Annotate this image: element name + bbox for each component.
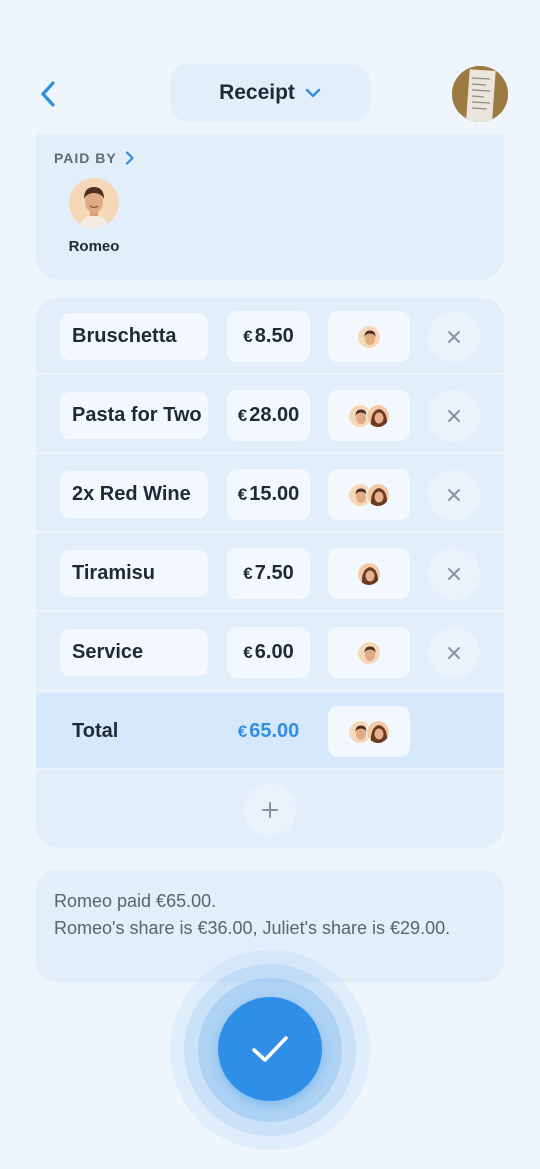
paid-by-card: PAID BY Romeo — [36, 134, 504, 280]
romeo-avatar — [69, 178, 119, 228]
item-name-field[interactable]: Pasta for Two — [60, 392, 208, 439]
chevron-down-icon — [305, 88, 321, 98]
delete-item-button[interactable] — [428, 469, 480, 521]
close-icon — [448, 410, 460, 422]
paid-by-label: PAID BY — [54, 150, 117, 166]
delete-item-button[interactable] — [428, 627, 480, 679]
add-item-button[interactable] — [244, 784, 296, 836]
summary-share-line: Romeo's share is €36.00, Juliet's share … — [54, 918, 451, 938]
delete-item-button[interactable] — [428, 548, 480, 600]
close-icon — [448, 489, 460, 501]
item-row: Bruschetta €8.50 — [36, 298, 504, 375]
items-list: Bruschetta €8.50 Pasta for Two €28.00 2x… — [36, 298, 504, 848]
receipt-dropdown[interactable]: Receipt — [170, 64, 370, 122]
juliet-avatar — [366, 403, 390, 428]
payer-name: Romeo — [68, 238, 120, 255]
item-name-field[interactable]: 2x Red Wine — [60, 471, 208, 518]
juliet-avatar — [357, 561, 381, 586]
plus-icon — [262, 802, 278, 818]
item-price-field[interactable]: €28.00 — [227, 390, 310, 441]
payer[interactable]: Romeo — [64, 178, 124, 255]
back-button[interactable] — [30, 74, 66, 114]
item-row: Service €6.00 — [36, 614, 504, 691]
summary-paid-line: Romeo paid €65.00. — [54, 891, 217, 911]
close-icon — [448, 647, 460, 659]
paid-by-selector[interactable]: PAID BY — [54, 150, 135, 166]
juliet-avatar — [366, 482, 390, 507]
item-row: 2x Red Wine €15.00 — [36, 456, 504, 533]
confirm-button[interactable] — [218, 997, 322, 1101]
total-label: Total — [72, 720, 119, 742]
item-participants[interactable] — [328, 548, 410, 599]
total-participants[interactable] — [328, 706, 410, 757]
item-name-field[interactable]: Bruschetta — [60, 313, 208, 360]
chevron-left-icon — [41, 81, 55, 107]
receipt-photo-icon — [452, 66, 508, 122]
delete-item-button[interactable] — [428, 390, 480, 442]
item-row: Pasta for Two €28.00 — [36, 377, 504, 454]
total-amount: €65.00 — [237, 720, 300, 742]
item-row: Tiramisu €7.50 — [36, 535, 504, 612]
romeo-avatar — [357, 640, 381, 665]
item-participants[interactable] — [328, 469, 410, 520]
checkmark-icon — [252, 1036, 288, 1062]
item-price-field[interactable]: €7.50 — [227, 548, 310, 599]
item-price-field[interactable]: €15.00 — [227, 469, 310, 520]
page-title: Receipt — [219, 81, 295, 104]
close-icon — [448, 331, 460, 343]
item-participants[interactable] — [328, 627, 410, 678]
juliet-avatar — [366, 719, 390, 744]
romeo-avatar — [357, 324, 381, 349]
delete-item-button[interactable] — [428, 311, 480, 363]
total-row: Total €65.00 — [36, 693, 504, 770]
chevron-right-icon — [125, 151, 134, 165]
item-participants[interactable] — [328, 311, 410, 362]
item-name-field[interactable]: Tiramisu — [60, 550, 208, 597]
item-participants[interactable] — [328, 390, 410, 441]
receipt-thumbnail[interactable] — [452, 66, 508, 122]
item-name-field[interactable]: Service — [60, 629, 208, 676]
item-price-field[interactable]: €6.00 — [227, 627, 310, 678]
item-price-field[interactable]: €8.50 — [227, 311, 310, 362]
close-icon — [448, 568, 460, 580]
